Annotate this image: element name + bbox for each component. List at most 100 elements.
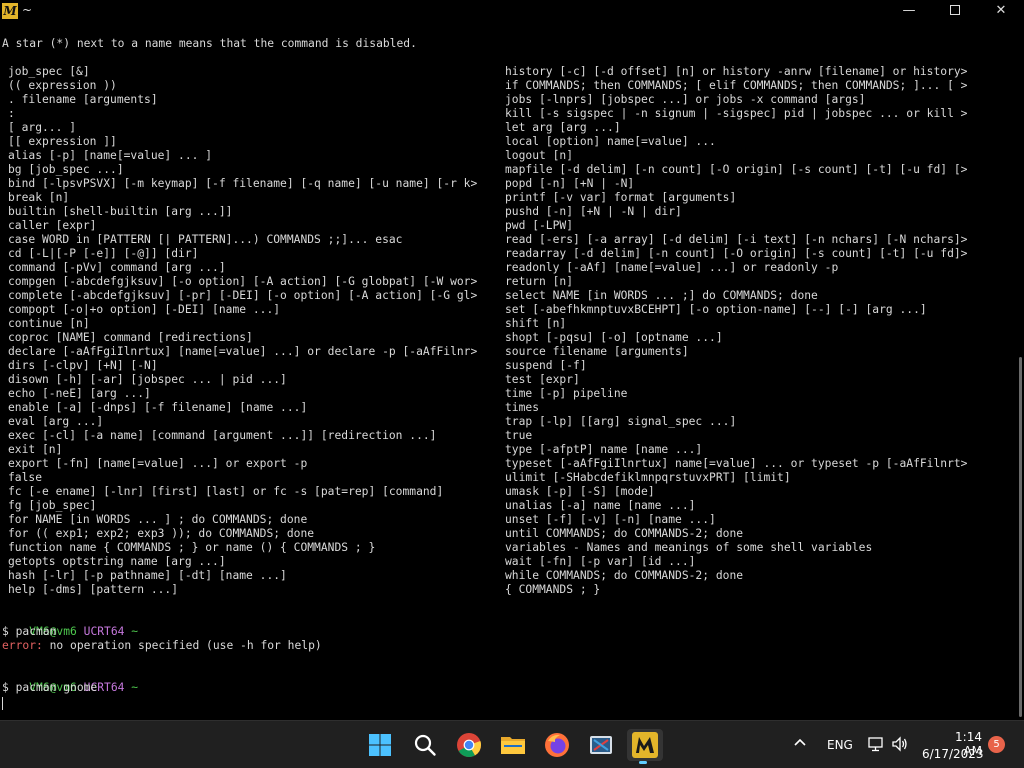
builtin-usage-line: { COMMANDS ; } — [505, 583, 601, 596]
command-line-2: $ pacman gnome — [2, 681, 98, 694]
window-title: ~ — [22, 3, 33, 17]
builtin-usage-line: suspend [-f] — [505, 359, 587, 372]
prompt-line-2: VM6@vm6 UCRT64 ~ — [2, 667, 138, 694]
builtin-usage-line: times — [505, 401, 540, 414]
builtin-usage-line: umask [-p] [-S] [mode] — [505, 485, 655, 498]
builtin-usage-line: : — [8, 107, 15, 120]
file-explorer-button[interactable] — [497, 729, 529, 761]
prompt-dir: ~ — [131, 625, 139, 638]
command-line-1: $ pacman — [2, 625, 57, 638]
builtin-usage-line: fc [-e ename] [-lnr] [first] [last] or f… — [8, 485, 444, 498]
help-header: A star (*) next to a name means that the… — [2, 37, 417, 50]
builtin-usage-line: mapfile [-d delim] [-n count] [-O origin… — [505, 163, 968, 176]
builtin-usage-line: pwd [-LPW] — [505, 219, 574, 232]
builtin-usage-line: history [-c] [-d offset] [n] or history … — [505, 65, 968, 78]
builtin-usage-line: type [-afptP] name [name ...] — [505, 443, 703, 456]
builtin-usage-line: logout [n] — [505, 149, 574, 162]
chrome-button[interactable] — [453, 729, 485, 761]
builtin-usage-line: ulimit [-SHabcdefiklmnpqrstuvxPRT] [limi… — [505, 471, 791, 484]
builtin-usage-line: compgen [-abcdefgjksuv] [-o option] [-A … — [8, 275, 478, 288]
builtin-usage-line: for (( exp1; exp2; exp3 )); do COMMANDS;… — [8, 527, 315, 540]
network-icon — [868, 737, 883, 752]
network-button[interactable] — [867, 735, 885, 756]
builtin-usage-line: case WORD in [PATTERN [| PATTERN]...) CO… — [8, 233, 403, 246]
builtin-usage-line: compopt [-o|+o option] [-DEI] [name ...] — [8, 303, 281, 316]
builtin-usage-line: bg [job_spec ...] — [8, 163, 124, 176]
builtin-usage-line: source filename [arguments] — [505, 345, 689, 358]
builtin-usage-line: pushd [-n] [+N | -N | dir] — [505, 205, 682, 218]
builtin-usage-line: jobs [-lnprs] [jobspec ...] or jobs -x c… — [505, 93, 866, 106]
builtin-usage-line: if COMMANDS; then COMMANDS; [ elif COMMA… — [505, 79, 968, 92]
prompt-line-1: VM6@vm6 UCRT64 ~ — [2, 611, 138, 638]
clock-date[interactable]: 6/17/2023 — [922, 747, 984, 761]
builtin-usage-line: alias [-p] [name[=value] ... ] — [8, 149, 213, 162]
builtin-usage-line: echo [-neE] [arg ...] — [8, 387, 151, 400]
terminal-output[interactable]: A star (*) next to a name means that the… — [0, 22, 1016, 720]
builtin-usage-line: exec [-cl] [-a name] [command [argument … — [8, 429, 437, 442]
language-indicator[interactable]: ENG — [827, 738, 853, 752]
builtin-usage-line: caller [expr] — [8, 219, 97, 232]
start-button[interactable] — [364, 729, 396, 761]
builtin-usage-line: hash [-lr] [-p pathname] [-dt] [name ...… — [8, 569, 287, 582]
show-hidden-icons-button[interactable] — [793, 736, 807, 751]
builtin-usage-line: local [option] name[=value] ... — [505, 135, 716, 148]
builtin-usage-line: coproc [NAME] command [redirections] — [8, 331, 253, 344]
builtin-usage-line: shopt [-pqsu] [-o] [optname ...] — [505, 331, 723, 344]
terminal-scrollbar[interactable] — [1016, 22, 1024, 720]
builtin-usage-line: dirs [-clpv] [+N] [-N] — [8, 359, 158, 372]
snipping-tool-button[interactable] — [585, 729, 617, 761]
builtin-usage-line: false — [8, 471, 43, 484]
builtin-usage-line: complete [-abcdefgjksuv] [-pr] [-DEI] [-… — [8, 289, 478, 302]
search-button[interactable] — [409, 729, 441, 761]
maximize-icon — [950, 4, 960, 15]
builtin-usage-line: until COMMANDS; do COMMANDS-2; done — [505, 527, 744, 540]
builtin-usage-line: [ arg... ] — [8, 121, 77, 134]
notification-badge[interactable]: 5 — [988, 736, 1005, 753]
close-button[interactable]: ✕ — [978, 0, 1024, 22]
builtin-usage-line: command [-pVv] command [arg ...] — [8, 261, 226, 274]
scrollbar-thumb[interactable] — [1019, 357, 1022, 717]
builtin-usage-line: printf [-v var] format [arguments] — [505, 191, 737, 204]
maximize-button[interactable] — [932, 0, 978, 22]
prompt-env: UCRT64 — [83, 625, 125, 638]
msys2-app-icon[interactable]: M — [2, 3, 18, 19]
windows-logo-icon — [369, 734, 391, 756]
builtin-usage-line: trap [-lp] [[arg] signal_spec ...] — [505, 415, 737, 428]
builtin-usage-line: typeset [-aAfFgiIlnrtux] name[=value] ..… — [505, 457, 968, 470]
msys2-taskbar-button[interactable] — [627, 729, 663, 764]
builtin-usage-line: getopts optstring name [arg ...] — [8, 555, 226, 568]
builtin-usage-line: readarray [-d delim] [-n count] [-O orig… — [505, 247, 968, 260]
builtin-usage-line: while COMMANDS; do COMMANDS-2; done — [505, 569, 744, 582]
builtin-usage-line: (( expression )) — [8, 79, 117, 92]
builtin-usage-line: [[ expression ]] — [8, 135, 117, 148]
error-message: no operation specified (use -h for help) — [42, 639, 322, 652]
volume-button[interactable] — [891, 735, 909, 756]
snipping-tool-icon — [590, 736, 612, 754]
minimize-button[interactable]: — — [886, 0, 932, 22]
builtin-usage-line: help [-dms] [pattern ...] — [8, 583, 179, 596]
builtin-usage-line: . filename [arguments] — [8, 93, 158, 106]
builtin-usage-line: set [-abefhkmnptuvxBCEHPT] [-o option-na… — [505, 303, 927, 316]
builtin-usage-line: select NAME [in WORDS ... ;] do COMMANDS… — [505, 289, 818, 302]
title-bar: M ~ — ✕ — [0, 0, 1024, 22]
firefox-button[interactable] — [541, 729, 573, 761]
folder-icon — [501, 737, 525, 754]
builtin-usage-line: enable [-a] [-dnps] [-f filename] [name … — [8, 401, 308, 414]
builtin-usage-line: return [n] — [505, 275, 574, 288]
builtin-usage-line: variables - Names and meanings of some s… — [505, 541, 873, 554]
builtin-usage-line: function name { COMMANDS ; } or name () … — [8, 541, 376, 554]
builtin-usage-line: shift [n] — [505, 317, 567, 330]
prompt-dir: ~ — [131, 681, 139, 694]
chevron-up-icon — [794, 738, 806, 746]
builtin-usage-line: readonly [-aAf] [name[=value] ...] or re… — [505, 261, 839, 274]
builtin-usage-line: exit [n] — [8, 443, 63, 456]
builtin-usage-line: break [n] — [8, 191, 70, 204]
builtin-usage-line: unset [-f] [-v] [-n] [name ...] — [505, 513, 716, 526]
msys2-icon — [632, 732, 658, 758]
firefox-icon — [545, 733, 569, 757]
builtin-usage-line: time [-p] pipeline — [505, 387, 628, 400]
builtin-usage-line: disown [-h] [-ar] [jobspec ... | pid ...… — [8, 373, 287, 386]
text-cursor — [2, 697, 3, 710]
builtin-usage-line: for NAME [in WORDS ... ] ; do COMMANDS; … — [8, 513, 308, 526]
builtin-usage-line: popd [-n] [+N | -N] — [505, 177, 635, 190]
